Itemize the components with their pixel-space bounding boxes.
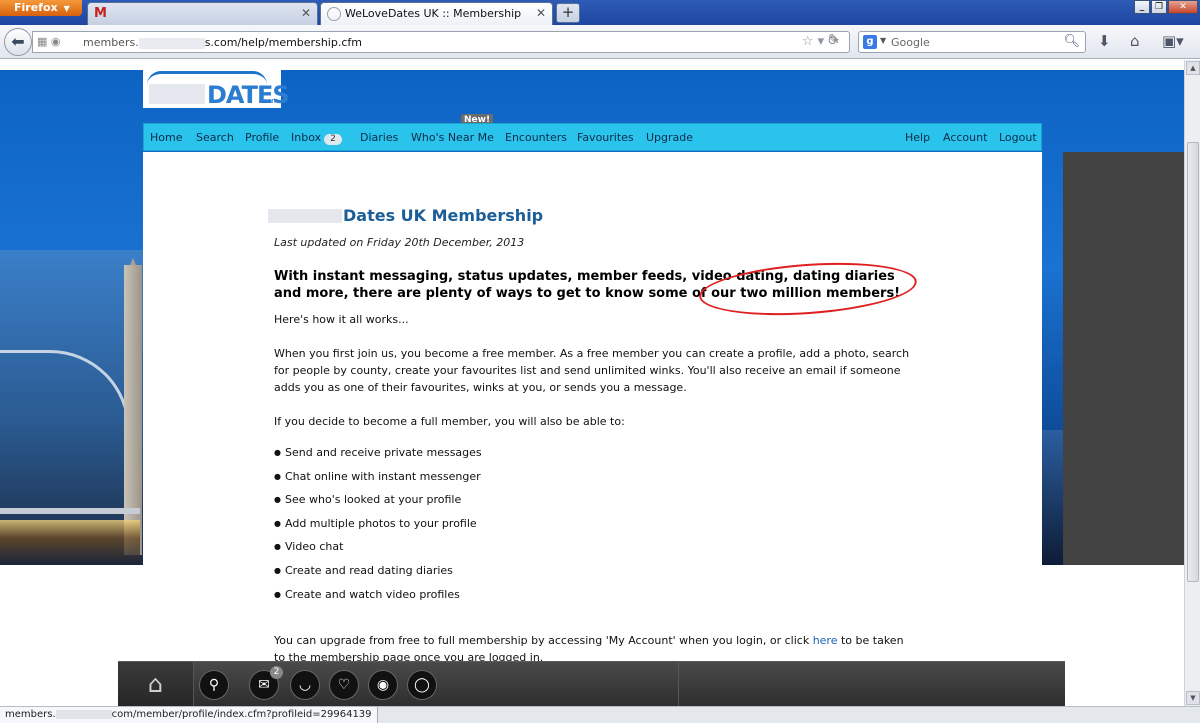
right-city <box>1041 430 1063 565</box>
full-member-intro: If you decide to become a full member, y… <box>274 415 625 428</box>
firefox-menu-button[interactable]: Firefox ▼ <box>0 0 82 16</box>
site-identity-icon[interactable]: ▦ ◉ <box>37 35 61 48</box>
url-text: members. s.com/help/membership.cfm <box>83 36 362 49</box>
list-item: Create and read dating diaries <box>274 562 482 586</box>
nav-favourites[interactable]: Favourites <box>577 131 634 144</box>
dock-divider <box>678 662 679 707</box>
scroll-down-icon[interactable]: ▼ <box>1186 691 1200 705</box>
nav-search[interactable]: Search <box>196 131 234 144</box>
page-title: Dates UK Membership <box>343 206 544 225</box>
window-controls: _ ❐ ✕ <box>1134 0 1198 14</box>
home-icon[interactable]: ⌂ <box>1130 32 1140 50</box>
chevron-down-icon: ▼ <box>63 4 70 13</box>
close-icon[interactable]: ✕ <box>301 6 311 20</box>
feature-list: Send and receive private messages Chat o… <box>274 444 482 609</box>
search-bar[interactable]: g ▼ Google 🔍︎ <box>858 31 1086 53</box>
redacted-block <box>268 209 342 223</box>
addons-bar-icon[interactable]: ▣▾ <box>1162 32 1184 50</box>
list-item: Send and receive private messages <box>274 444 482 468</box>
nav-upgrade[interactable]: Upgrade <box>646 131 693 144</box>
close-icon[interactable]: ✕ <box>536 6 546 20</box>
tab-title: WeLoveDates UK :: Membership <box>345 7 522 20</box>
inbox-count-badge: 2 <box>324 134 342 145</box>
right-panel <box>1063 152 1184 565</box>
tab-strip: Firefox ▼ M ✕ WeLoveDates UK :: Membershi… <box>0 0 1200 25</box>
viewed-me-icon[interactable]: ◉ <box>368 670 398 700</box>
nav-encounters[interactable]: Encounters <box>505 131 567 144</box>
last-updated: Last updated on Friday 20th December, 20… <box>274 236 525 249</box>
nav-diaries[interactable]: Diaries <box>360 131 398 144</box>
scroll-up-icon[interactable]: ▲ <box>1186 61 1200 75</box>
nav-logout[interactable]: Logout <box>999 131 1037 144</box>
status-link-url: members. com/member/profile/index.cfm?pro… <box>0 707 378 723</box>
status-bar: members. com/member/profile/index.cfm?pro… <box>0 706 1200 723</box>
site-dock: ⌂ ⚲ ✉ ◡ ♡ ◉ ◯ <box>118 661 1065 707</box>
nav-inbox[interactable]: Inbox 2 <box>291 131 342 145</box>
chevron-down-icon[interactable]: ▼ <box>880 36 886 45</box>
loading-icon <box>327 7 341 21</box>
bridge-deck <box>0 508 140 514</box>
search-icon[interactable]: ⚲ <box>199 670 229 700</box>
download-icon[interactable]: ⬇ <box>1098 32 1111 50</box>
list-item: Chat online with instant messenger <box>274 468 482 492</box>
scroll-thumb[interactable] <box>1187 142 1199 582</box>
addon-icon[interactable]: ✎ <box>828 32 840 48</box>
page-scrollbar[interactable]: ▲ ▼ <box>1184 60 1200 706</box>
google-icon[interactable]: g <box>863 35 877 49</box>
list-item: Video chat <box>274 538 482 562</box>
restore-icon[interactable]: ❐ <box>1151 0 1167 14</box>
nav-help[interactable]: Help <box>905 131 930 144</box>
favourites-icon[interactable]: ♡ <box>329 670 359 700</box>
lead-text: With instant messaging, status updates, … <box>274 269 901 301</box>
wink-icon[interactable]: ◡ <box>290 670 320 700</box>
home-icon[interactable]: ⌂ <box>118 662 194 707</box>
redacted-block <box>149 84 205 104</box>
list-item: Create and watch video profiles <box>274 586 482 610</box>
search-input[interactable]: Google <box>891 36 930 49</box>
url-bar[interactable]: ▦ ◉ members. s.com/help/membership.cfm ☆▾… <box>32 31 850 53</box>
site-logo[interactable]: DATES .com <box>143 70 290 109</box>
web-content: DATES .com New! Home Search Profile Inbo… <box>0 60 1184 706</box>
list-item: See who's looked at your profile <box>274 491 482 515</box>
site-nav: Home Search Profile Inbox 2 Diaries Who's… <box>143 123 1042 151</box>
back-button[interactable]: ⬅ <box>4 28 32 56</box>
messages-badge: 2 <box>270 666 283 679</box>
nav-account[interactable]: Account <box>943 131 987 144</box>
list-item: Add multiple photos to your profile <box>274 515 482 539</box>
tab-membership[interactable]: WeLoveDates UK :: Membership ✕ <box>320 2 553 25</box>
new-tab-button[interactable]: + <box>556 3 580 23</box>
tab-gmail[interactable]: M ✕ <box>87 2 318 25</box>
close-window-icon[interactable]: ✕ <box>1168 0 1198 14</box>
nav-profile[interactable]: Profile <box>245 131 279 144</box>
search-icon[interactable]: 🔍︎ <box>1063 34 1080 49</box>
free-member-text: When you first join us, you become a fre… <box>274 347 910 394</box>
redacted-block <box>55 709 112 719</box>
here-link[interactable]: here <box>813 634 838 647</box>
navigation-toolbar: ⬅ ▦ ◉ members. s.com/help/membership.cfm … <box>0 25 1200 59</box>
chat-icon[interactable]: ◯ <box>407 670 437 700</box>
nav-whos-near-me[interactable]: Who's Near Me <box>411 131 494 144</box>
redacted-block <box>138 37 205 49</box>
city-lights <box>0 520 140 565</box>
minimize-icon[interactable]: _ <box>1134 0 1150 14</box>
intro-text: Here's how it all works... <box>274 313 409 326</box>
gmail-icon: M <box>94 6 107 21</box>
nav-home[interactable]: Home <box>150 131 182 144</box>
